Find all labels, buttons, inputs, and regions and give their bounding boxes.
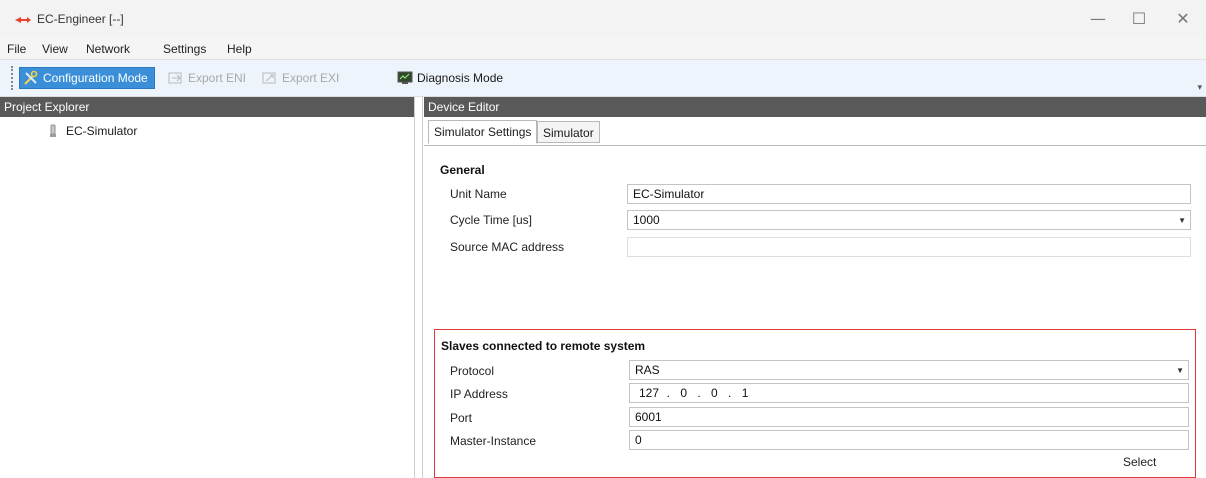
select-button[interactable]: Select [1123,455,1156,469]
configuration-mode-button[interactable]: Configuration Mode [19,67,155,89]
ip-address-label: IP Address [450,387,508,401]
protocol-select[interactable]: RAS ▼ [629,360,1189,380]
cycle-time-value: 1000 [633,213,660,227]
diagnosis-mode-label: Diagnosis Mode [417,71,504,85]
app-logo-icon [15,17,31,23]
tab-simulator[interactable]: Simulator [537,121,600,143]
export-exi-icon [262,72,276,84]
tree-item-ec-simulator[interactable]: EC-Simulator [48,124,137,138]
menu-bar: File View Network Settings Help [0,38,1206,60]
ip-dot: . [697,386,701,400]
protocol-label: Protocol [450,364,495,378]
menu-view[interactable]: View [42,42,68,56]
menu-settings[interactable]: Settings [163,42,206,56]
chevron-down-icon: ▼ [1176,365,1184,375]
export-eni-button[interactable]: Export ENI [165,67,249,89]
chevron-down-icon: ▼ [1178,215,1186,225]
device-editor-header: Device Editor [424,97,1206,117]
toolbar-overflow-icon[interactable]: ▾ [1197,82,1202,93]
maximize-button[interactable]: ☐ [1124,8,1154,30]
protocol-value: RAS [635,363,660,377]
device-editor-tabs: Simulator Settings Simulator [424,117,1206,145]
project-explorer-header: Project Explorer [0,97,414,117]
diagnosis-monitor-icon [397,71,413,84]
close-button[interactable]: ✕ [1168,8,1198,30]
ip-octet-2[interactable]: 0 [677,386,691,400]
master-instance-label: Master-Instance [450,434,537,448]
ip-octet-1[interactable]: 127 [638,386,660,400]
menu-file[interactable]: File [7,42,26,56]
title-bar: EC-Engineer [--] — ☐ ✕ [0,0,1206,38]
menu-help[interactable]: Help [227,42,252,56]
pane-splitter[interactable] [414,97,423,478]
source-mac-label: Source MAC address [450,240,565,254]
master-instance-field[interactable]: 0 [629,430,1189,450]
port-label: Port [450,411,473,425]
source-mac-field[interactable] [627,237,1191,257]
port-field[interactable]: 6001 [629,407,1189,427]
ip-address-field[interactable]: 127 . 0 . 0 . 1 [629,383,1189,403]
configuration-mode-label: Configuration Mode [43,71,148,85]
diagnosis-mode-button[interactable]: Diagnosis Mode [394,67,506,89]
ip-octet-3[interactable]: 0 [707,386,721,400]
general-section-title: General [440,163,485,177]
minimize-button[interactable]: — [1083,8,1113,30]
tree-item-label: EC-Simulator [66,124,138,138]
cycle-time-label: Cycle Time [us] [450,213,533,227]
export-exi-label: Export EXI [282,71,340,85]
ip-dot: . [728,386,732,400]
unit-name-label: Unit Name [450,187,507,201]
export-exi-button[interactable]: Export EXI [259,67,342,89]
cycle-time-select[interactable]: 1000 ▼ [627,210,1191,230]
device-icon [50,124,56,137]
export-eni-label: Export ENI [188,71,247,85]
toolbar: Configuration Mode Export ENI Export EXI… [0,60,1206,97]
ip-dot: . [666,386,671,400]
unit-name-field[interactable]: EC-Simulator [627,184,1191,204]
export-eni-icon [168,72,182,84]
tab-simulator-settings[interactable]: Simulator Settings [428,120,538,144]
project-explorer-pane [0,117,414,478]
window-title: EC-Engineer [--] [37,12,124,26]
remote-section-title: Slaves connected to remote system [441,339,646,353]
toolbar-grip[interactable] [11,66,13,90]
ip-octet-4[interactable]: 1 [738,386,752,400]
menu-network[interactable]: Network [86,42,130,56]
tools-icon [24,70,38,85]
